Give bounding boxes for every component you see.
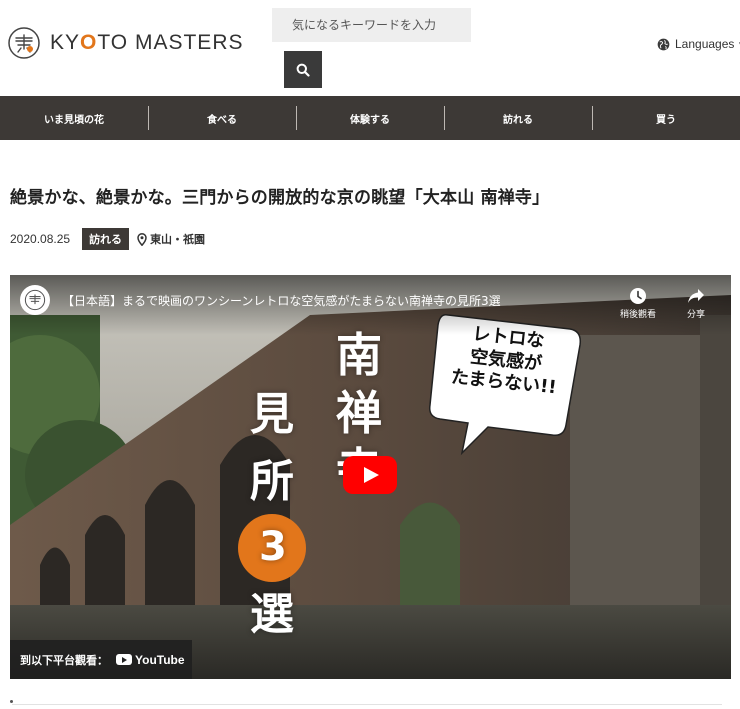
search-area bbox=[272, 8, 471, 88]
logo-text: KYOTO MASTERS bbox=[50, 31, 244, 54]
nav-item-eat[interactable]: 食べる bbox=[148, 96, 296, 140]
share-arrow-icon bbox=[688, 289, 704, 303]
nav-item-visit[interactable]: 訪れる bbox=[444, 96, 592, 140]
list-bullet bbox=[10, 700, 13, 703]
watch-later-button[interactable]: 稍後觀看 bbox=[610, 285, 666, 320]
youtube-play-icon bbox=[116, 654, 132, 665]
play-button-icon[interactable] bbox=[343, 456, 397, 494]
youtube-video-embed[interactable]: 【日本語】まるで映画のワンシーンレトロな空気感がたまらない南禅寺の見所3選 稍後… bbox=[10, 275, 731, 679]
main-nav: いま見頃の花 食べる 体験する 訪れる 買う bbox=[0, 96, 740, 140]
channel-avatar[interactable] bbox=[20, 285, 50, 315]
globe-icon bbox=[657, 38, 670, 50]
clock-icon bbox=[630, 288, 646, 304]
location-link[interactable]: 東山・祇園 bbox=[137, 231, 205, 247]
site-logo[interactable]: KYOTO MASTERS bbox=[8, 26, 244, 60]
search-button[interactable] bbox=[284, 51, 322, 88]
search-input[interactable] bbox=[272, 8, 471, 42]
nav-item-shop[interactable]: 買う bbox=[592, 96, 740, 140]
language-label: Languages bbox=[675, 37, 735, 51]
watch-on-label: 到以下平台觀看： bbox=[20, 653, 108, 667]
logo-mark-icon bbox=[8, 27, 40, 59]
video-title[interactable]: 【日本語】まるで映画のワンシーンレトロな空気感がたまらない南禅寺の見所3選 bbox=[62, 292, 501, 309]
location-label: 東山・祇園 bbox=[150, 233, 206, 246]
map-pin-icon bbox=[137, 232, 147, 246]
share-label: 分享 bbox=[686, 310, 705, 320]
thumbnail-text-three: 3 bbox=[259, 524, 287, 570]
nav-item-flowers[interactable]: いま見頃の花 bbox=[0, 96, 148, 140]
site-header: KYOTO MASTERS Languages ▼ bbox=[0, 0, 740, 96]
category-badge[interactable]: 訪れる bbox=[82, 228, 130, 250]
divider bbox=[12, 704, 722, 705]
search-icon bbox=[296, 63, 310, 77]
article-title: 絶景かな、絶景かな。三門からの開放的な京の眺望「大本山 南禅寺」 bbox=[10, 188, 550, 208]
thumbnail-text-sen: 選 bbox=[250, 589, 294, 640]
watch-later-label: 稍後觀看 bbox=[619, 310, 656, 320]
nav-item-experience[interactable]: 体験する bbox=[296, 96, 444, 140]
thumbnail-text-mi: 見 bbox=[250, 389, 294, 440]
article-date: 2020.08.25 bbox=[10, 232, 71, 246]
watch-on-youtube-bar[interactable]: 到以下平台觀看： YouTube bbox=[10, 640, 192, 679]
thumbnail-bubble-text: レトロな 空気感が たまらない!! bbox=[449, 323, 558, 399]
article-meta: 2020.08.25 訪れる 東山・祇園 bbox=[10, 228, 205, 250]
share-button[interactable]: 分享 bbox=[668, 285, 724, 320]
youtube-logo: YouTube bbox=[116, 653, 185, 667]
thumbnail-text-dokoro: 所 bbox=[250, 456, 294, 507]
channel-logo-icon bbox=[24, 289, 46, 311]
language-selector[interactable]: Languages ▼ bbox=[657, 37, 740, 51]
